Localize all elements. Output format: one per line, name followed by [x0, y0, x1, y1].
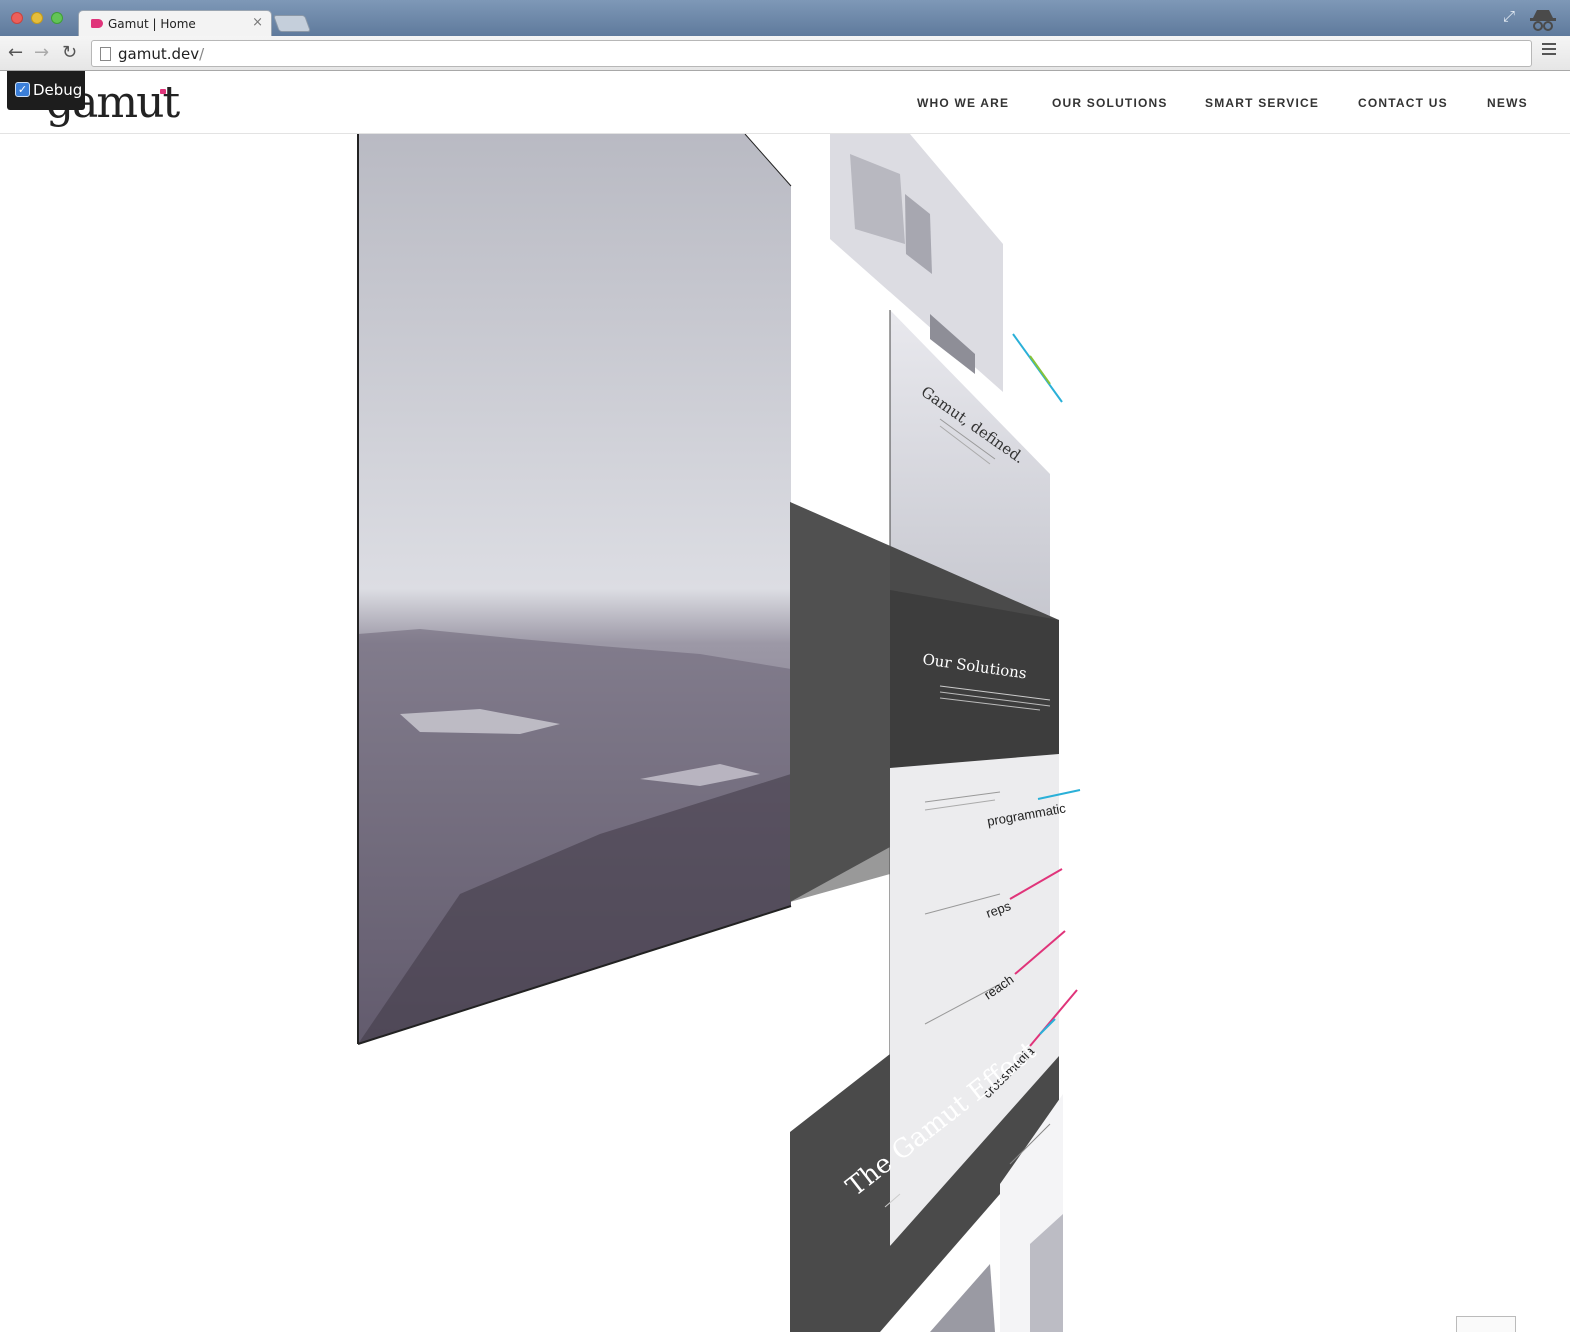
scroll-indicator-box[interactable] [1456, 1316, 1516, 1332]
new-tab-button[interactable] [272, 15, 312, 32]
address-bar[interactable]: gamut.dev/ ★ [91, 40, 1532, 67]
nav-our-solutions[interactable]: OUR SOLUTIONS [1052, 96, 1168, 110]
nav-who-we-are[interactable]: WHO WE ARE [917, 96, 1009, 110]
browser-window: Gamut | Home × ⤢ ← → ↻ gamut.dev/ ★ gamu… [0, 0, 1570, 1332]
favicon-icon [91, 19, 103, 28]
back-icon[interactable]: ← [8, 42, 23, 63]
reload-icon[interactable]: ↻ [62, 42, 77, 63]
our-solutions-panel: Our Solutions [890, 590, 1059, 768]
nav-smart-service[interactable]: SMART SERVICE [1205, 96, 1319, 110]
debug-label: Debug [33, 81, 83, 99]
close-window-button[interactable] [11, 12, 23, 24]
title-bar: Gamut | Home × ⤢ [0, 0, 1570, 36]
debug-toggle[interactable]: ✓ Debug [7, 71, 85, 110]
forward-icon[interactable]: → [34, 42, 49, 63]
chrome-menu-icon[interactable] [1542, 43, 1556, 57]
nav-news[interactable]: NEWS [1487, 96, 1528, 110]
webpage: gamut ✓ Debug WHO WE ARE OUR SOLUTIONS S… [0, 71, 1570, 1332]
logo-accent [160, 89, 166, 94]
tab-close-icon[interactable]: × [252, 15, 263, 30]
debug-3d-scene: Gamut, defined. Our Solutions programmat… [0, 134, 1570, 1332]
site-header: gamut ✓ Debug WHO WE ARE OUR SOLUTIONS S… [0, 71, 1570, 134]
maximize-window-button[interactable] [51, 12, 63, 24]
url-text[interactable]: gamut.dev/ [118, 45, 204, 63]
browser-toolbar: ← → ↻ gamut.dev/ ★ [0, 36, 1570, 71]
browser-tab[interactable]: Gamut | Home × [78, 10, 272, 36]
fullscreen-icon[interactable]: ⤢ [1503, 7, 1515, 25]
incognito-icon [1530, 10, 1556, 31]
tab-title: Gamut | Home [108, 17, 196, 31]
minimize-window-button[interactable] [31, 12, 43, 24]
debug-checkbox[interactable]: ✓ [15, 82, 30, 97]
page-icon [100, 47, 111, 61]
hero-landscape-panel [357, 134, 792, 1045]
nav-contact-us[interactable]: CONTACT US [1358, 96, 1448, 110]
who-we-are-panel [830, 134, 1063, 403]
scene-svg: Gamut, defined. Our Solutions programmat… [357, 134, 1081, 1332]
